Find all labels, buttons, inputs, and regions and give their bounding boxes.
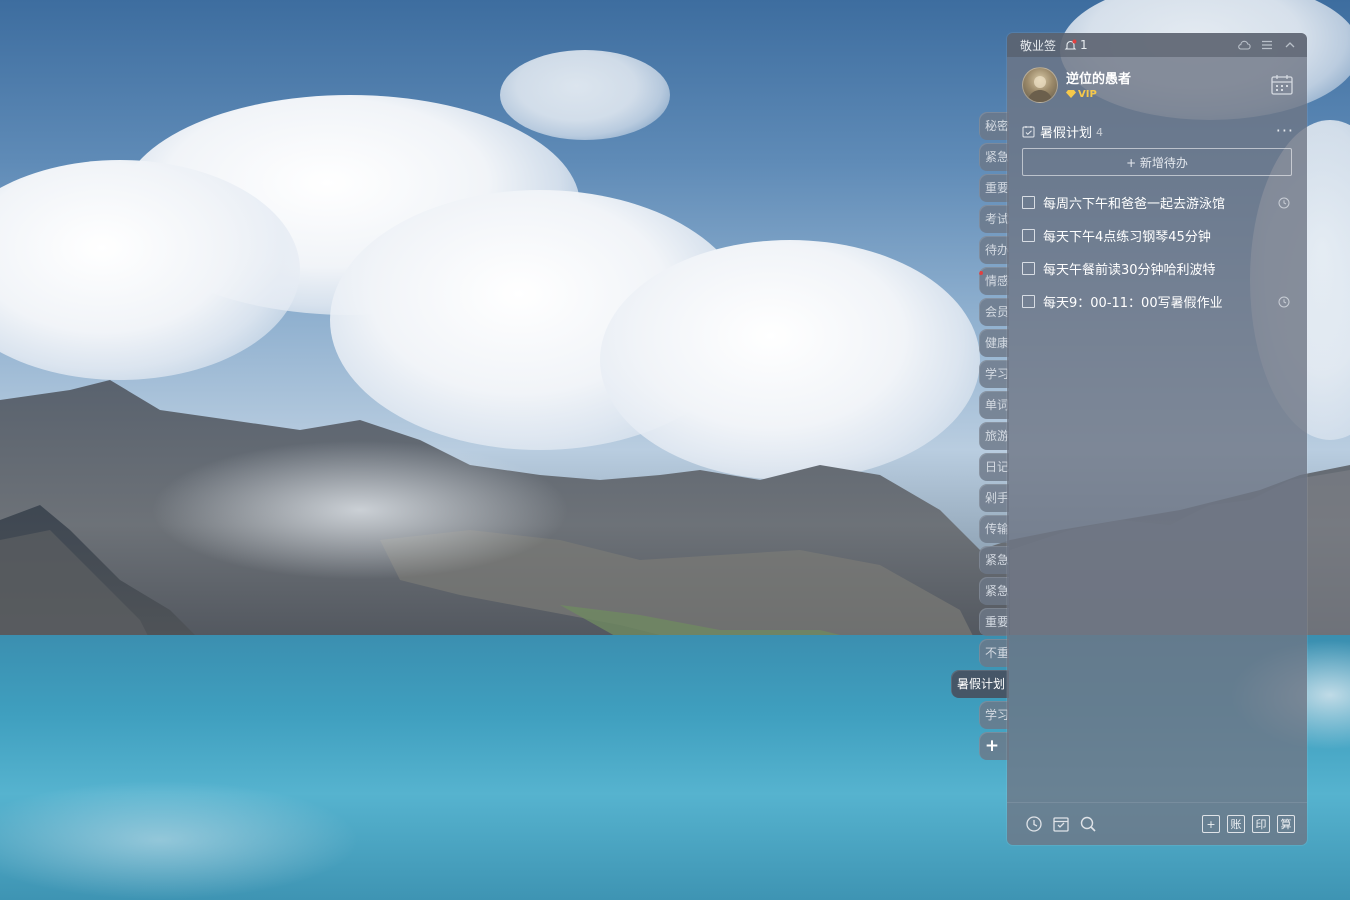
print-button[interactable]: 印 [1252, 815, 1270, 833]
category-tab-label: 传输 [985, 522, 1009, 536]
category-tab[interactable]: 旅游 [979, 422, 1009, 450]
category-tab-label: 重要 [985, 181, 1009, 195]
category-tab-label: 考试 [985, 212, 1009, 226]
app-title: 敬业签 [1020, 38, 1057, 53]
category-tab[interactable]: 秘密 [979, 112, 1009, 140]
toolbar-right-buttons: + 账印算 [1202, 815, 1295, 833]
category-tab-label: 情感 [985, 274, 1009, 288]
category-tab-label: 待办 [985, 243, 1009, 257]
list-count: 4 [1096, 125, 1104, 139]
category-tab[interactable]: 重要 [979, 608, 1009, 636]
unread-dot [979, 271, 983, 275]
menu-icon[interactable] [1260, 38, 1274, 52]
category-tab[interactable]: 学习 [979, 701, 1009, 729]
category-tab-label: 紧急 [985, 150, 1009, 164]
notification-count: 1 [1080, 38, 1088, 52]
category-tab-label: 学习 [985, 708, 1009, 722]
category-tab[interactable]: 考试 [979, 205, 1009, 233]
user-name[interactable]: 逆位的愚者 [1066, 71, 1131, 88]
title-bar[interactable]: 敬业签 1 [1007, 33, 1307, 57]
category-tab[interactable]: 重要 [979, 174, 1009, 202]
todo-item[interactable]: 每天9：00-11：00写暑假作业 [1007, 285, 1307, 318]
category-tab[interactable]: 紧急 [979, 143, 1009, 171]
list-title: 暑假计划 [1040, 125, 1093, 141]
category-tab-label: 紧急 [985, 584, 1009, 598]
category-tab-label: 秘密 [985, 119, 1009, 133]
todo-item[interactable]: 每天午餐前读30分钟哈利波特 [1007, 252, 1307, 285]
sticky-note-panel: 敬业签 1 逆位的愚者 VIP 暑假计划 4 ··· + 新增待办 每周六下午和… [1007, 33, 1307, 845]
category-tab-label: 旅游 [985, 429, 1009, 443]
calendar-icon[interactable] [1270, 73, 1294, 97]
category-tab-label: 剁手 [985, 491, 1009, 505]
todo-text: 每天午餐前读30分钟哈利波特 [1043, 263, 1216, 278]
bell-icon[interactable] [1064, 39, 1077, 52]
calculator-button[interactable]: 算 [1277, 815, 1295, 833]
category-tab-label: 单词 [985, 398, 1009, 412]
list-header: 暑假计划 4 ··· [1007, 122, 1307, 141]
cloud [500, 50, 670, 140]
todo-item[interactable]: 每周六下午和爸爸一起去游泳馆 [1007, 186, 1307, 219]
ellipsis-icon[interactable]: ··· [1276, 123, 1294, 139]
user-row: 逆位的愚者 VIP [1007, 57, 1307, 104]
mist [150, 440, 570, 580]
bottom-toolbar: + 账印算 [1007, 802, 1307, 845]
category-tab[interactable]: 紧急 [979, 577, 1009, 605]
collapse-chevron-icon[interactable] [1283, 38, 1297, 52]
category-tab[interactable]: 学习 [979, 360, 1009, 388]
todo-checkbox[interactable] [1022, 229, 1035, 242]
add-category-button[interactable]: + [979, 732, 1009, 760]
todo-text: 每天9：00-11：00写暑假作业 [1043, 296, 1223, 311]
vip-label: VIP [1078, 88, 1097, 100]
add-todo-button[interactable]: + 新增待办 [1022, 148, 1292, 176]
category-tab[interactable]: 日记 [979, 453, 1009, 481]
todo-item[interactable]: 每天下午4点练习钢琴45分钟 [1007, 219, 1307, 252]
calendar-check-icon [1022, 125, 1035, 137]
category-tab[interactable]: 紧急 [979, 546, 1009, 574]
todo-text: 每天下午4点练习钢琴45分钟 [1043, 230, 1211, 245]
todo-text: 每周六下午和爸爸一起去游泳馆 [1043, 197, 1226, 212]
category-tab-label: 日记 [985, 460, 1009, 474]
reminder-clock-icon[interactable] [1278, 197, 1290, 209]
reminder-clock-icon[interactable] [1278, 296, 1290, 308]
category-tab[interactable]: 健康 [979, 329, 1009, 357]
category-tab[interactable]: 情感 [979, 267, 1009, 295]
diamond-icon [1066, 90, 1076, 98]
category-tab[interactable]: 暑假计划 [951, 670, 1009, 698]
todo-checkbox[interactable] [1022, 262, 1035, 275]
new-note-button[interactable]: + [1202, 815, 1220, 833]
category-tab[interactable]: 单词 [979, 391, 1009, 419]
calendar-check-icon[interactable] [1052, 815, 1070, 833]
todo-checkbox[interactable] [1022, 196, 1035, 209]
vip-badge[interactable]: VIP [1066, 89, 1131, 100]
category-tab-label: 暑假计划 [957, 677, 1006, 691]
category-tab-label: 紧急 [985, 553, 1009, 567]
avatar[interactable] [1022, 67, 1058, 103]
category-tab-label: 学习 [985, 367, 1009, 381]
category-tab[interactable]: 剁手 [979, 484, 1009, 512]
account-button[interactable]: 账 [1227, 815, 1245, 833]
category-tab-label: + [984, 736, 1000, 756]
category-tab-label: 会员 [985, 305, 1009, 319]
category-tab-label: 重要 [985, 615, 1009, 629]
todo-checkbox[interactable] [1022, 295, 1035, 308]
category-tab[interactable]: 待办 [979, 236, 1009, 264]
cloud-sync-icon[interactable] [1237, 38, 1251, 52]
category-tab-label: 健康 [985, 336, 1009, 350]
category-tab[interactable]: 不重 [979, 639, 1009, 667]
clock-icon[interactable] [1025, 815, 1043, 833]
search-icon[interactable] [1079, 815, 1097, 833]
category-tab-label: 不重 [985, 646, 1009, 660]
category-tab[interactable]: 会员 [979, 298, 1009, 326]
todo-list: 每周六下午和爸爸一起去游泳馆 每天下午4点练习钢琴45分钟 每天午餐前读30分钟哈利… [1007, 186, 1307, 318]
category-tab[interactable]: 传输 [979, 515, 1009, 543]
